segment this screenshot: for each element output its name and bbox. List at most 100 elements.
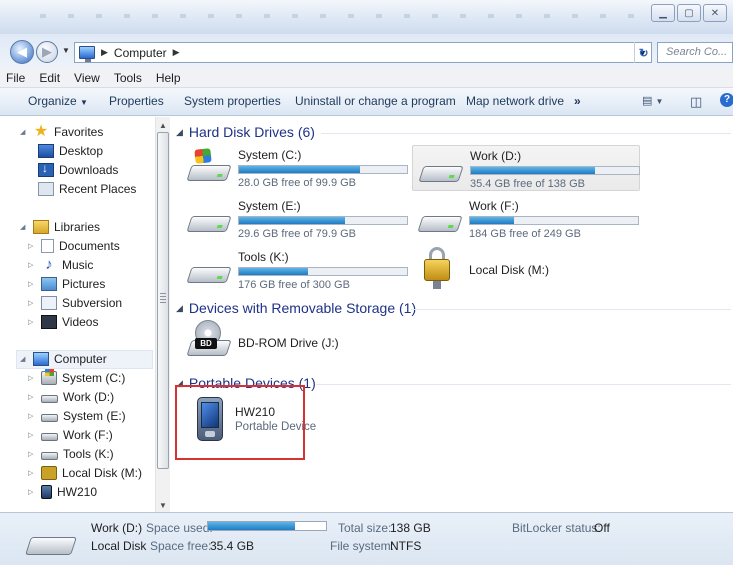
drive-tile-system-e[interactable]: System (E:) 29.6 GB free of 79.9 GB: [181, 196, 409, 242]
drive-tile-system-c[interactable]: System (C:) 28.0 GB free of 99.9 GB: [181, 145, 409, 191]
close-button[interactable]: ✕: [703, 4, 727, 22]
menu-view[interactable]: View: [74, 71, 100, 85]
navigation-scrollbar[interactable]: ▲ ▼: [155, 117, 170, 512]
drive-tile-bd-rom[interactable]: BD BD-ROM Drive (J:): [181, 320, 409, 366]
nav-local-disk-m[interactable]: ▷ Local Disk (M:): [28, 466, 142, 480]
space-used-bar: [207, 521, 327, 531]
total-size-label: Total size:: [338, 521, 392, 535]
expand-icon[interactable]: ▷: [28, 242, 36, 250]
drive-name: Work (F:): [469, 199, 519, 213]
properties-button[interactable]: Properties: [109, 94, 164, 108]
group-removable-storage[interactable]: ◢ Devices with Removable Storage (1): [176, 300, 416, 316]
drive-name: BD-ROM Drive (J:): [238, 336, 339, 350]
map-network-drive-button[interactable]: Map network drive: [466, 94, 564, 108]
nav-work-d[interactable]: ▷ Work (D:): [28, 390, 114, 404]
details-drive-name: Work (D:): [91, 521, 143, 535]
locked-drive-icon: [424, 247, 450, 289]
nav-videos[interactable]: ▷ Videos: [28, 315, 98, 329]
device-tile-hw210[interactable]: HW210 Portable Device: [181, 397, 316, 443]
expand-icon[interactable]: ▷: [28, 412, 36, 420]
expand-icon[interactable]: ▷: [28, 261, 36, 269]
drive-tile-local-disk-m[interactable]: Local Disk (M:): [412, 247, 640, 293]
back-button[interactable]: ◀: [10, 40, 34, 64]
collapse-icon[interactable]: ◢: [176, 127, 183, 138]
expand-icon[interactable]: ▷: [28, 488, 36, 496]
collapse-icon[interactable]: ◢: [20, 223, 28, 231]
preview-pane-button[interactable]: ◫: [690, 94, 702, 110]
group-divider: [316, 384, 731, 385]
pictures-icon: [41, 277, 57, 291]
menu-edit[interactable]: Edit: [39, 71, 60, 85]
expand-icon[interactable]: ▷: [28, 450, 36, 458]
uninstall-program-button[interactable]: Uninstall or change a program: [295, 94, 456, 108]
collapse-icon[interactable]: ◢: [176, 378, 183, 389]
menu-file[interactable]: File: [6, 71, 25, 85]
breadcrumb-computer[interactable]: Computer: [114, 46, 167, 60]
nav-documents[interactable]: ▷ Documents: [28, 239, 120, 253]
drive-name: Local Disk (M:): [469, 263, 550, 277]
nav-music[interactable]: ▷ ♪ Music: [28, 256, 93, 273]
collapse-icon[interactable]: ◢: [20, 128, 28, 136]
drive-tile-work-d[interactable]: Work (D:) 35.4 GB free of 138 GB: [412, 145, 640, 191]
expand-icon[interactable]: ▷: [28, 374, 36, 382]
hard-drive-icon: [41, 452, 58, 460]
nav-system-c[interactable]: ▷ System (C:): [28, 369, 125, 385]
system-properties-button[interactable]: System properties: [184, 94, 281, 108]
nav-desktop[interactable]: Desktop: [38, 144, 103, 158]
breadcrumb-separator-icon[interactable]: ▶: [173, 47, 180, 58]
expand-icon[interactable]: ▷: [28, 318, 36, 326]
collapse-icon[interactable]: ◢: [176, 303, 183, 314]
group-hard-disk-drives[interactable]: ◢ Hard Disk Drives (6): [176, 124, 315, 140]
free-space-text: 29.6 GB free of 79.9 GB: [238, 228, 357, 240]
breadcrumb-separator-icon[interactable]: ▶: [101, 47, 108, 58]
nav-favorites[interactable]: ◢ ★ Favorites: [20, 124, 103, 140]
scroll-up-icon[interactable]: ▲: [159, 121, 167, 130]
nav-recent-places[interactable]: Recent Places: [38, 182, 136, 196]
drive-tile-work-f[interactable]: Work (F:) 184 GB free of 249 GB: [412, 196, 640, 242]
collapse-icon[interactable]: ◢: [20, 355, 28, 363]
scrollbar-thumb[interactable]: [157, 132, 169, 469]
bd-rom-drive-icon: BD: [186, 320, 232, 362]
usage-bar-fill: [239, 217, 345, 224]
hard-drive-icon: [25, 537, 77, 555]
change-view-button[interactable]: ▤ ▼: [642, 94, 663, 107]
windows-logo-icon: [194, 148, 212, 164]
drive-tile-tools-k[interactable]: Tools (K:) 176 GB free of 300 GB: [181, 247, 409, 293]
address-bar[interactable]: ▶ Computer ▶ ▼: [74, 42, 652, 63]
nav-computer[interactable]: ◢ Computer: [20, 352, 107, 366]
expand-icon[interactable]: ▷: [28, 393, 36, 401]
search-input[interactable]: Search Co...: [657, 42, 733, 63]
menu-tools[interactable]: Tools: [114, 71, 142, 85]
bitlocker-label: BitLocker status:: [512, 521, 601, 535]
group-portable-devices[interactable]: ◢ Portable Devices (1): [176, 375, 316, 391]
expand-icon[interactable]: ▷: [28, 469, 36, 477]
nav-work-f[interactable]: ▷ Work (F:): [28, 428, 113, 442]
file-system-label: File system:: [330, 539, 395, 553]
nav-pictures[interactable]: ▷ Pictures: [28, 277, 105, 291]
nav-tools-k[interactable]: ▷ Tools (K:): [28, 447, 114, 461]
expand-icon[interactable]: ▷: [28, 280, 36, 288]
nav-downloads[interactable]: Downloads: [38, 161, 118, 177]
recent-pages-dropdown[interactable]: ▼: [62, 46, 70, 55]
file-system-value: NTFS: [390, 539, 422, 553]
usage-bar-fill: [239, 166, 360, 173]
nav-label: Libraries: [54, 220, 101, 234]
refresh-button[interactable]: ↻: [634, 42, 652, 63]
nav-hw210[interactable]: ▷ HW210: [28, 485, 97, 499]
nav-libraries[interactable]: ◢ Libraries: [20, 220, 100, 234]
help-button[interactable]: ?: [720, 93, 733, 107]
minimize-button[interactable]: ▁: [651, 4, 675, 22]
nav-system-e[interactable]: ▷ System (E:): [28, 409, 126, 423]
forward-button[interactable]: ▶: [36, 41, 58, 63]
music-icon: ♪: [45, 256, 53, 273]
more-commands-button[interactable]: »: [574, 94, 581, 108]
nav-subversion[interactable]: ▷ Subversion: [28, 296, 122, 310]
scroll-down-icon[interactable]: ▼: [159, 501, 167, 510]
expand-icon[interactable]: ▷: [28, 431, 36, 439]
organize-button[interactable]: Organize ▼: [28, 94, 88, 108]
expand-icon[interactable]: ▷: [28, 299, 36, 307]
maximize-button[interactable]: ▢: [677, 4, 701, 22]
hard-drive-icon: [418, 156, 464, 182]
free-space-text: 35.4 GB free of 138 GB: [470, 178, 585, 190]
menu-help[interactable]: Help: [156, 71, 181, 85]
